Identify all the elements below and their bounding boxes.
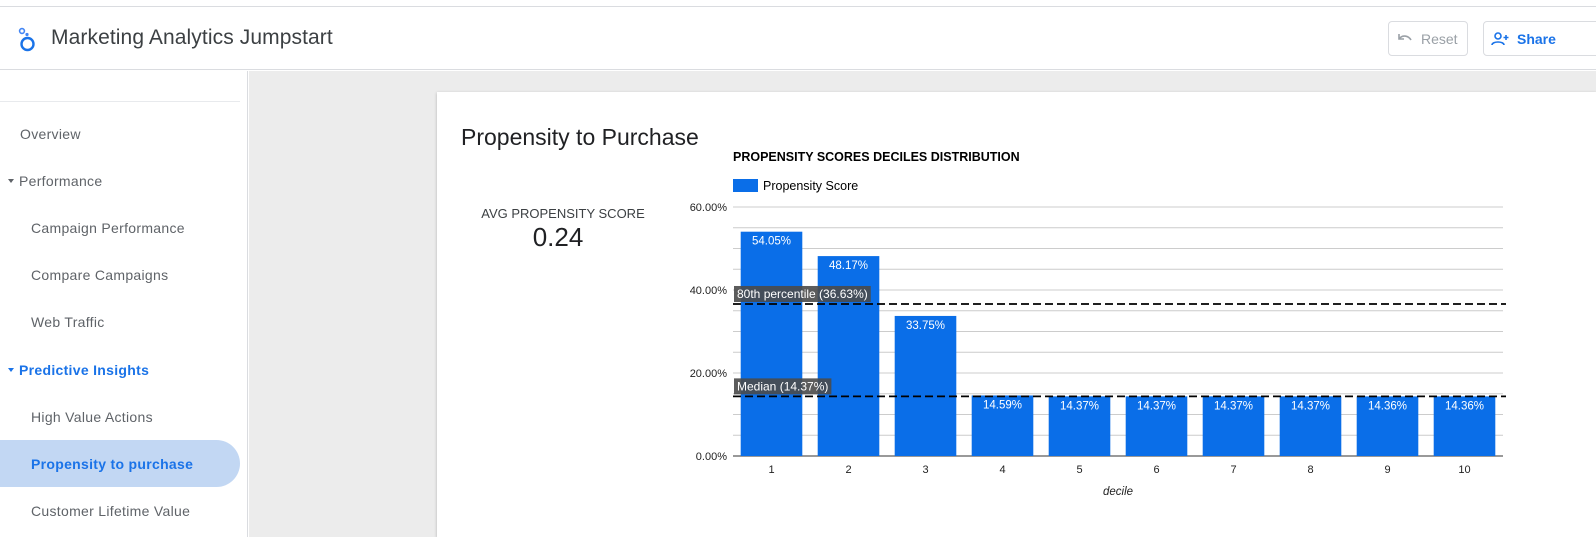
propensity-deciles-bar-chart[interactable]: PROPENSITY SCORES DECILES DISTRIBUTION Pr…: [660, 140, 1540, 510]
y-tick-label: 60.00%: [690, 202, 728, 214]
y-tick-label: 0.00%: [696, 451, 727, 463]
x-tick-label: 3: [922, 464, 928, 476]
looker-studio-logo-icon: [18, 27, 35, 52]
sidebar-item-label: High Value Actions: [31, 408, 153, 425]
sidebar-item-high-value-actions[interactable]: High Value Actions: [0, 393, 240, 440]
x-tick-label: 7: [1230, 464, 1236, 476]
sidebar-item-label: Compare Campaigns: [31, 266, 169, 283]
y-tick-label: 40.00%: [690, 285, 728, 297]
x-tick-label: 8: [1307, 464, 1313, 476]
sidebar-item-overview[interactable]: Overview: [0, 110, 240, 157]
scorecard-label: AVG PROPENSITY SCORE: [481, 206, 645, 221]
sidebar-item-label: Propensity to purchase: [31, 455, 194, 472]
caret-down-icon: [8, 367, 14, 372]
sidebar-item-label: Predictive Insights: [19, 361, 150, 378]
x-tick-label: 4: [999, 464, 1005, 476]
bar-data-label: 14.37%: [1137, 400, 1176, 412]
y-tick-label: 20.00%: [690, 368, 728, 380]
bar-data-label: 14.36%: [1368, 400, 1407, 412]
reset-label: Reset: [1421, 30, 1458, 47]
legend-label: Propensity Score: [763, 179, 858, 193]
bar-data-label: 14.37%: [1291, 400, 1330, 412]
app-header: Marketing Analytics Jumpstart Reset Shar…: [0, 7, 1596, 70]
x-tick-label: 10: [1458, 464, 1470, 476]
sidebar-item-propensity-to-purchase[interactable]: Propensity to purchase: [0, 440, 240, 487]
legend-swatch: [733, 179, 758, 192]
sidebar-item-label: Campaign Performance: [31, 219, 185, 236]
sidebar-item-predictive-insights[interactable]: Predictive Insights: [0, 346, 240, 393]
x-tick-label: 5: [1076, 464, 1082, 476]
x-axis-title: decile: [1103, 486, 1133, 498]
sidebar-item-customer-lifetime-value[interactable]: Customer Lifetime Value: [0, 487, 240, 534]
bar-data-label: 48.17%: [829, 260, 868, 272]
sidebar-item-web-traffic[interactable]: Web Traffic: [0, 298, 240, 345]
scorecard-value: 0.24: [532, 222, 584, 252]
bar-data-label: 14.37%: [1214, 400, 1253, 412]
undo-icon: [1398, 33, 1412, 40]
sidebar-item-label: Overview: [20, 125, 81, 142]
bar[interactable]: [740, 231, 803, 456]
x-tick-label: 2: [845, 464, 851, 476]
bar-data-label: 54.05%: [752, 236, 791, 248]
reference-line-label: 80th percentile (36.63%): [737, 287, 868, 301]
sidebar-divider: [0, 101, 240, 102]
reference-line-label: Median (14.37%): [737, 379, 828, 393]
sidebar-item-label: Customer Lifetime Value: [31, 502, 191, 519]
add-person-icon: [1491, 31, 1509, 45]
sidebar-item-label: Web Traffic: [31, 313, 105, 330]
sidebar-item-campaign-performance[interactable]: Campaign Performance: [0, 204, 240, 251]
share-label: Share: [1517, 30, 1556, 47]
x-tick-label: 9: [1384, 464, 1390, 476]
bar[interactable]: [894, 315, 957, 456]
caret-down-icon: [8, 178, 14, 183]
share-button[interactable]: Share: [1483, 21, 1596, 56]
bar-data-label: 14.36%: [1445, 400, 1484, 412]
x-tick-label: 1: [768, 464, 774, 476]
bar-data-label: 33.75%: [906, 320, 945, 332]
sidebar-item-label: Performance: [19, 172, 103, 189]
app-title: Marketing Analytics Jumpstart: [51, 26, 333, 49]
sidebar-item-compare-campaigns[interactable]: Compare Campaigns: [0, 251, 240, 298]
x-tick-label: 6: [1153, 464, 1159, 476]
chart-title: PROPENSITY SCORES DECILES DISTRIBUTION: [733, 150, 1020, 164]
sidebar: Overview Performance Campaign Performanc…: [0, 71, 248, 537]
bar-data-label: 14.59%: [983, 399, 1022, 411]
bar-data-label: 14.37%: [1060, 400, 1099, 412]
sidebar-item-performance[interactable]: Performance: [0, 157, 240, 204]
reset-button[interactable]: Reset: [1388, 21, 1468, 56]
